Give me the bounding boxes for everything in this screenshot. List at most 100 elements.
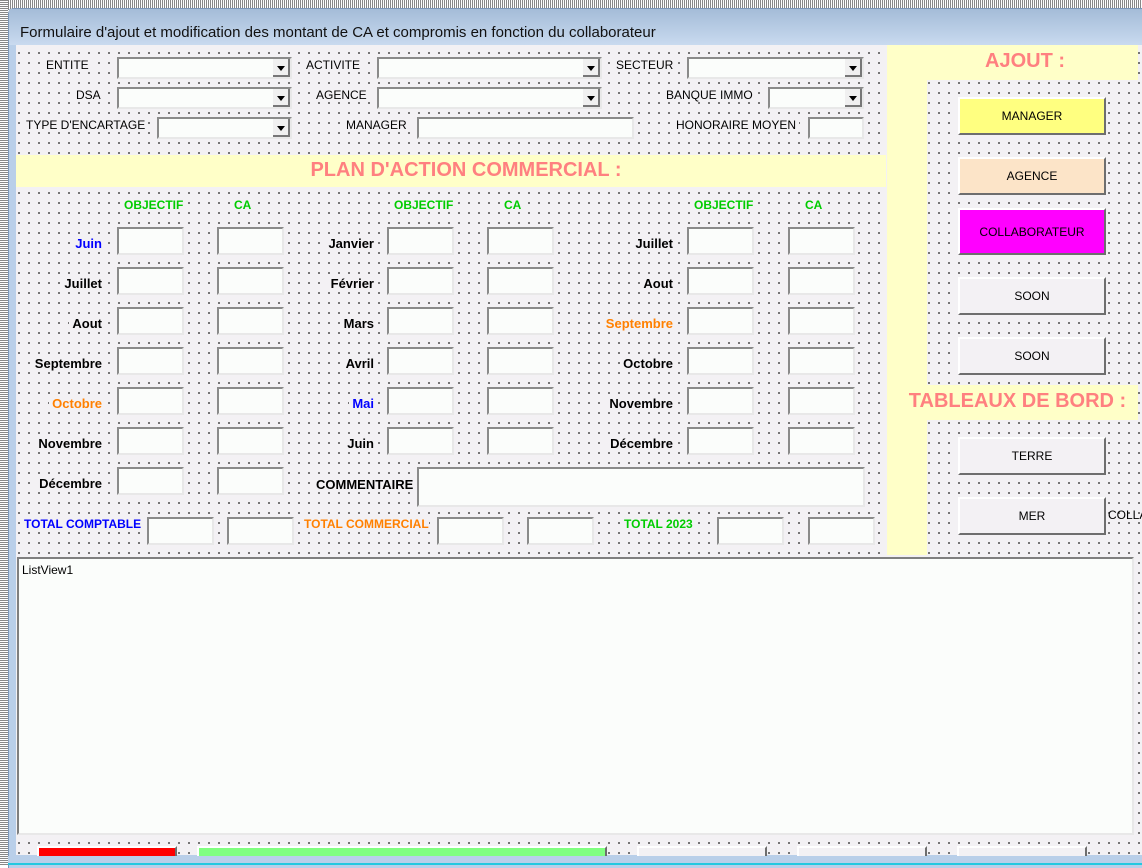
add-agence-button[interactable]: AGENCE [958, 157, 1106, 195]
month-label: Novembre [606, 396, 673, 411]
objectif-input[interactable] [687, 267, 754, 295]
ca-header: CA [805, 198, 823, 212]
ca-input[interactable] [487, 387, 554, 415]
ca-input[interactable] [487, 427, 554, 455]
ca-header: CA [234, 198, 252, 212]
ca-input[interactable] [487, 307, 554, 335]
terre-button[interactable]: TERRE [958, 437, 1106, 475]
chevron-down-icon[interactable] [273, 119, 290, 137]
manager-label: MANAGER [343, 118, 410, 132]
month-label: Mai [349, 396, 374, 411]
total-commercial-ca[interactable] [527, 517, 594, 545]
total-commercial-objectif[interactable] [437, 517, 504, 545]
objectif-input[interactable] [387, 267, 454, 295]
secteur-label: SECTEUR [613, 58, 677, 72]
ca-input[interactable] [788, 347, 855, 375]
ca-input[interactable] [487, 267, 554, 295]
button-label: TERRE [1011, 449, 1053, 463]
agence-label: AGENCE [313, 88, 370, 102]
objectif-input[interactable] [117, 267, 184, 295]
ca-input[interactable] [487, 347, 554, 375]
ca-input[interactable] [217, 387, 284, 415]
button-label: AGENCE [1006, 169, 1058, 183]
manager-field[interactable] [417, 117, 634, 139]
button-label: SOON [1014, 349, 1050, 363]
month-label: Juillet [61, 276, 102, 291]
entite-combobox[interactable] [117, 57, 292, 79]
objectif-input[interactable] [687, 227, 754, 255]
month-label: Juin [344, 436, 374, 451]
month-label: Décembre [36, 476, 102, 491]
objectif-input[interactable] [687, 307, 754, 335]
month-label: Juin [72, 236, 102, 251]
objectif-input[interactable] [387, 307, 454, 335]
mer-button[interactable]: MER [958, 497, 1106, 535]
list-view[interactable]: ListView1 [17, 557, 1134, 835]
type-encartage-label: TYPE D'ENCARTAGE [23, 118, 149, 132]
objectif-input[interactable] [117, 347, 184, 375]
soon-button-1[interactable]: SOON [958, 277, 1106, 315]
commentaire-field[interactable] [417, 467, 865, 507]
ca-input[interactable] [217, 347, 284, 375]
window-bottom-edge [8, 856, 1142, 865]
objectif-header: OBJECTIF [694, 198, 754, 212]
objectif-input[interactable] [117, 227, 184, 255]
secteur-combobox[interactable] [687, 57, 864, 79]
ca-input[interactable] [217, 307, 284, 335]
ca-input[interactable] [217, 227, 284, 255]
chevron-down-icon[interactable] [583, 89, 600, 107]
banque-immo-label: BANQUE IMMO [663, 88, 756, 102]
type-encartage-combobox[interactable] [157, 117, 292, 139]
chevron-down-icon[interactable] [845, 89, 862, 107]
chevron-down-icon[interactable] [845, 59, 862, 77]
ca-input[interactable] [788, 387, 855, 415]
total-comptable-label: TOTAL COMPTABLE [24, 517, 142, 531]
add-manager-button[interactable]: MANAGER [958, 97, 1106, 135]
total-2023-ca[interactable] [808, 517, 875, 545]
chevron-down-icon[interactable] [273, 59, 290, 77]
ca-input[interactable] [217, 267, 284, 295]
ca-input[interactable] [788, 307, 855, 335]
ca-input[interactable] [788, 267, 855, 295]
objectif-input[interactable] [387, 227, 454, 255]
ca-input[interactable] [217, 467, 284, 495]
objectif-input[interactable] [387, 427, 454, 455]
honoraire-moyen-label: HONORAIRE MOYEN [673, 118, 800, 132]
month-label: Décembre [607, 436, 673, 451]
month-label: Aout [640, 276, 673, 291]
dsa-combobox[interactable] [117, 87, 292, 109]
objectif-input[interactable] [687, 347, 754, 375]
total-2023-objectif[interactable] [717, 517, 784, 545]
chevron-down-icon[interactable] [273, 89, 290, 107]
total-comptable-objectif[interactable] [147, 517, 214, 545]
month-label: Février [327, 276, 374, 291]
objectif-input[interactable] [117, 467, 184, 495]
listview-label: ListView1 [22, 563, 74, 577]
objectif-input[interactable] [117, 427, 184, 455]
add-collaborateur-button[interactable]: COLLABORATEUR [958, 208, 1106, 255]
objectif-input[interactable] [387, 387, 454, 415]
chevron-down-icon[interactable] [583, 59, 600, 77]
window-title: Formulaire d'ajout et modification des m… [20, 24, 656, 41]
ca-input[interactable] [788, 427, 855, 455]
month-label: Octobre [49, 396, 102, 411]
banque-immo-combobox[interactable] [768, 87, 864, 109]
collaborateur-clipped-label: COLLA [1108, 508, 1142, 522]
objectif-input[interactable] [117, 307, 184, 335]
ca-input[interactable] [217, 427, 284, 455]
soon-button-2[interactable]: SOON [958, 337, 1106, 375]
total-comptable-ca[interactable] [227, 517, 294, 545]
month-label: Aout [69, 316, 102, 331]
honoraire-moyen-field[interactable] [808, 117, 864, 139]
activite-combobox[interactable] [377, 57, 602, 79]
ca-input[interactable] [487, 227, 554, 255]
objectif-input[interactable] [687, 387, 754, 415]
objectif-input[interactable] [687, 427, 754, 455]
entite-label: ENTITE [43, 58, 92, 72]
month-label: Mars [340, 316, 374, 331]
month-label: Octobre [620, 356, 673, 371]
ca-input[interactable] [788, 227, 855, 255]
objectif-input[interactable] [387, 347, 454, 375]
objectif-input[interactable] [117, 387, 184, 415]
agence-combobox[interactable] [377, 87, 602, 109]
